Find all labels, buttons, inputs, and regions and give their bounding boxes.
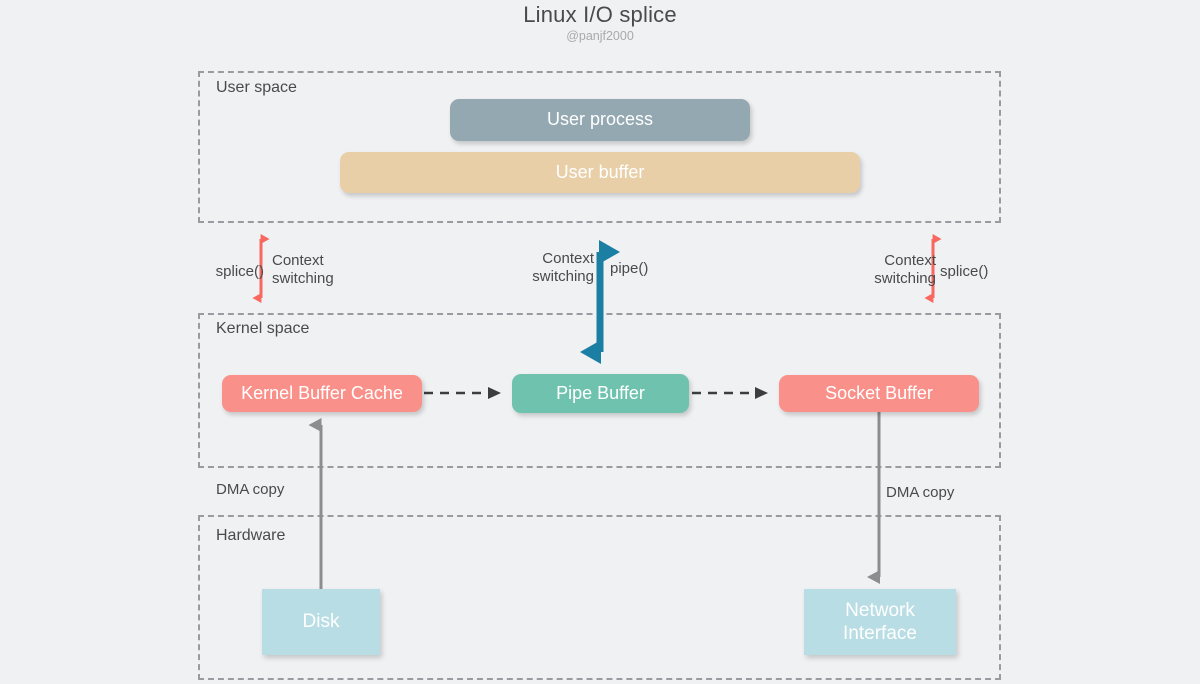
box-pipe-buffer[interactable]: Pipe Buffer [512,374,689,413]
page-title: Linux I/O splice [523,2,677,27]
label-context-switching-middle: Context switching [532,250,594,286]
box-user-buffer[interactable]: User buffer [340,152,860,193]
label-splice-right: splice() [940,263,989,280]
label-splice-left: splice() [215,263,264,280]
box-user-process[interactable]: User process [450,99,750,141]
diagram-canvas: Linux I/O splice @panjf2000 User space K… [0,0,1200,684]
box-kernel-buffer-cache[interactable]: Kernel Buffer Cache [222,375,422,412]
box-network-interface[interactable]: Network Interface [804,589,956,655]
label-dma-copy-left: DMA copy [216,481,285,498]
region-hardware-label: Hardware [216,527,286,544]
region-user-space [198,71,1001,223]
region-kernel-space-label: Kernel space [216,320,310,337]
label-pipe-call: pipe() [610,260,649,277]
label-context-switching-right: Context switching [874,252,936,288]
page-subtitle: @panjf2000 [566,29,634,43]
box-disk[interactable]: Disk [262,589,380,655]
region-user-space-label: User space [216,79,297,96]
box-socket-buffer[interactable]: Socket Buffer [779,375,979,412]
label-context-switching-left: Context switching [272,252,334,288]
label-dma-copy-right: DMA copy [886,484,955,501]
